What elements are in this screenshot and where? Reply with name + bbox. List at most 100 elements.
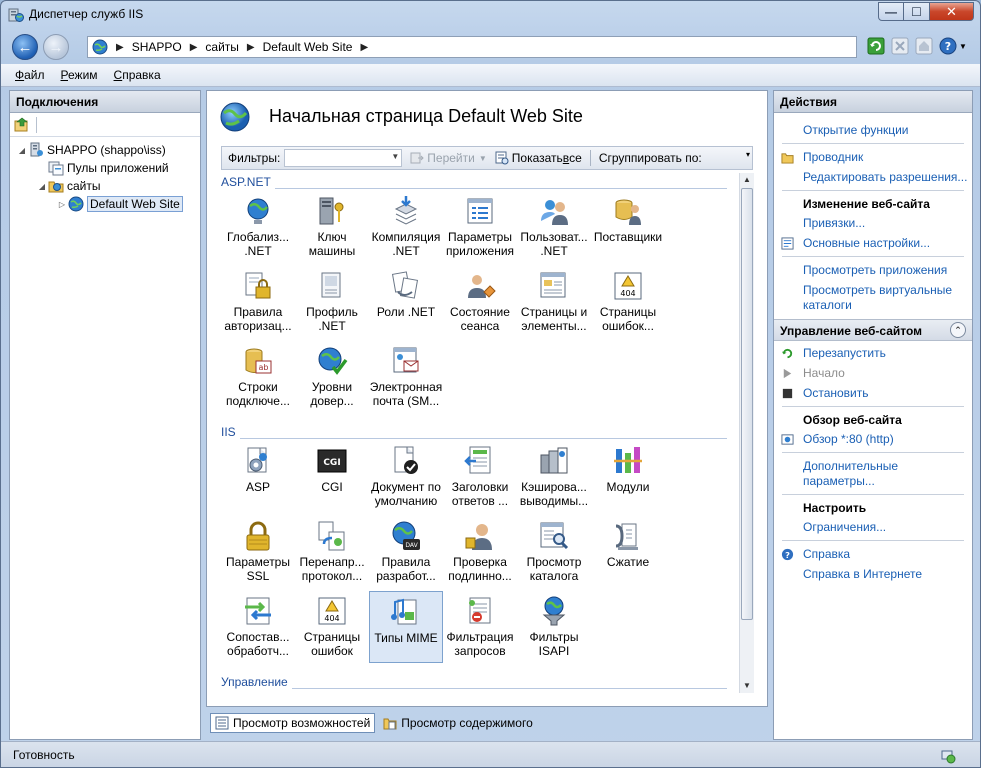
action-view-virtual-dirs[interactable]: Просмотреть виртуальные каталоги: [774, 283, 972, 313]
tab-features-view[interactable]: Просмотр возможностей: [210, 713, 376, 733]
feature-item[interactable]: Правила авторизац...: [221, 266, 295, 338]
action-view-applications[interactable]: Просмотреть приложения: [774, 263, 972, 278]
stop-icon[interactable]: [891, 37, 909, 55]
title-bar[interactable]: Диспетчер служб IIS — ☐ ✕: [1, 1, 980, 29]
tree-item-default-web-site[interactable]: ▷ Default Web Site: [10, 195, 200, 213]
forward-button[interactable]: →: [43, 34, 69, 60]
feature-item[interactable]: Страницы и элементы...: [517, 266, 591, 338]
feature-item[interactable]: Заголовки ответов ...: [443, 441, 517, 513]
action-stop[interactable]: Остановить: [774, 386, 972, 401]
group-by-dropdown[interactable]: Сгруппировать по:: [599, 151, 702, 165]
maximize-button[interactable]: ☐: [904, 2, 930, 21]
feature-item[interactable]: Параметры приложения: [443, 191, 517, 263]
feature-item[interactable]: Документ по умолчанию: [369, 441, 443, 513]
action-browse-80[interactable]: Обзор *:80 (http): [774, 432, 972, 447]
group-header-iis[interactable]: IIS: [221, 425, 727, 439]
address-separator[interactable]: ▶: [116, 42, 124, 53]
tree-item-sites[interactable]: ◢ сайты: [10, 177, 200, 195]
request-filtering-icon: [469, 597, 491, 624]
feature-item[interactable]: Состояние сеанса: [443, 266, 517, 338]
action-limits[interactable]: Ограничения...: [774, 520, 972, 535]
feature-item-selected[interactable]: Типы MIME: [369, 591, 443, 663]
feature-item[interactable]: CGI CGI: [295, 441, 369, 513]
feature-item[interactable]: Электронная почта (SM...: [369, 341, 443, 413]
feature-item[interactable]: Уровни довер...: [295, 341, 369, 413]
feature-item[interactable]: Сжатие: [591, 516, 665, 588]
tree-item-label: сайты: [67, 179, 101, 193]
action-online-help[interactable]: Справка в Интернете: [774, 567, 972, 582]
action-group-manage-site[interactable]: Управление веб-сайтом ⌃: [774, 319, 972, 341]
toolbar-overflow-icon[interactable]: ▾: [746, 150, 750, 159]
menu-file[interactable]: Файл: [15, 68, 45, 82]
features-scrollbar[interactable]: ▲ ▼: [739, 173, 754, 693]
action-explore[interactable]: Проводник: [774, 150, 972, 165]
feature-item[interactable]: Модули: [591, 441, 665, 513]
feature-item[interactable]: DAV Правила разработ...: [369, 516, 443, 588]
feature-item[interactable]: Поставщики: [591, 191, 665, 263]
action-edit-permissions[interactable]: Редактировать разрешения...: [774, 170, 972, 185]
home-icon[interactable]: [915, 37, 933, 55]
filter-input[interactable]: ▼: [284, 149, 403, 167]
menu-view[interactable]: Режим: [61, 68, 98, 82]
connect-icon[interactable]: [14, 117, 30, 133]
feature-item[interactable]: ASP: [221, 441, 295, 513]
collapse-arrow-icon[interactable]: ◢: [16, 146, 28, 155]
go-button[interactable]: Перейти ▼: [410, 151, 487, 165]
action-basic-settings[interactable]: Основные настройки...: [774, 236, 972, 251]
feature-item[interactable]: Просмотр каталога: [517, 516, 591, 588]
action-help[interactable]: ? Справка: [774, 547, 972, 562]
menu-help[interactable]: Справка: [114, 68, 161, 82]
chevron-down-icon[interactable]: ▼: [391, 152, 399, 161]
address-segment-server[interactable]: SHAPPO: [132, 40, 182, 54]
feature-item[interactable]: Роли .NET: [369, 266, 443, 338]
connections-tree: ◢ SHAPPO (shappo\iss) Пулы приложений ◢ …: [10, 137, 200, 213]
feature-item[interactable]: Проверка подлинно...: [443, 516, 517, 588]
group-header-management[interactable]: Управление: [221, 675, 727, 689]
action-restart[interactable]: Перезапустить: [774, 346, 972, 361]
action-bindings[interactable]: Привязки...: [774, 216, 972, 231]
group-header-aspnet[interactable]: ASP.NET: [221, 175, 727, 189]
refresh-icon[interactable]: [867, 37, 885, 55]
chevron-down-icon[interactable]: ▼: [959, 42, 967, 51]
tab-content-view[interactable]: Просмотр содержимого: [379, 713, 536, 733]
feature-item[interactable]: ab Строки подключе...: [221, 341, 295, 413]
action-start[interactable]: Начало: [774, 366, 972, 381]
show-all-button[interactable]: Показать в се: [495, 151, 582, 165]
svg-text:CGI: CGI: [323, 458, 340, 468]
back-button[interactable]: ←: [12, 34, 38, 60]
feature-item[interactable]: Сопостав... обработч...: [221, 591, 295, 663]
feature-item[interactable]: Профиль .NET: [295, 266, 369, 338]
address-segment-sites[interactable]: сайты: [205, 40, 239, 54]
address-separator[interactable]: ▶: [247, 42, 255, 53]
feature-item[interactable]: Пользоват... .NET: [517, 191, 591, 263]
action-open-feature[interactable]: Открытие функции: [774, 123, 972, 138]
feature-item[interactable]: Перенапр... протокол...: [295, 516, 369, 588]
feature-item[interactable]: Ключ машины: [295, 191, 369, 263]
close-button[interactable]: ✕: [930, 2, 974, 21]
address-bar[interactable]: ▶ SHAPPO ▶ сайты ▶ Default Web Site ▶: [87, 36, 857, 58]
feature-item[interactable]: Глобализ... .NET: [221, 191, 295, 263]
scroll-thumb[interactable]: [741, 188, 753, 620]
address-segment-site[interactable]: Default Web Site: [263, 40, 353, 54]
collapse-chevron-icon[interactable]: ⌃: [950, 322, 966, 338]
tree-item-app-pools[interactable]: Пулы приложений: [10, 159, 200, 177]
expand-arrow-icon[interactable]: ▷: [56, 200, 68, 209]
feature-item[interactable]: 404 Страницы ошибок: [295, 591, 369, 663]
scroll-up-arrow-icon[interactable]: ▲: [740, 173, 754, 187]
chevron-down-icon[interactable]: ▼: [479, 154, 487, 163]
feature-item[interactable]: Параметры SSL: [221, 516, 295, 588]
tree-item-server[interactable]: ◢ SHAPPO (shappo\iss): [10, 141, 200, 159]
action-advanced-settings[interactable]: Дополнительные параметры...: [774, 459, 972, 489]
minimize-button[interactable]: —: [878, 2, 904, 21]
feature-label: Документ по умолчанию: [371, 480, 441, 508]
feature-item[interactable]: Компиляция .NET: [369, 191, 443, 263]
address-separator[interactable]: ▶: [360, 42, 368, 53]
feature-item[interactable]: 404 Страницы ошибок...: [591, 266, 665, 338]
feature-item[interactable]: Фильтры ISAPI: [517, 591, 591, 663]
feature-item[interactable]: Кэширова... выводимы...: [517, 441, 591, 513]
scroll-down-arrow-icon[interactable]: ▼: [740, 679, 754, 693]
collapse-arrow-icon[interactable]: ◢: [36, 182, 48, 191]
help-icon[interactable]: ?: [939, 37, 957, 55]
address-separator[interactable]: ▶: [190, 42, 198, 53]
feature-item[interactable]: Фильтрация запросов: [443, 591, 517, 663]
